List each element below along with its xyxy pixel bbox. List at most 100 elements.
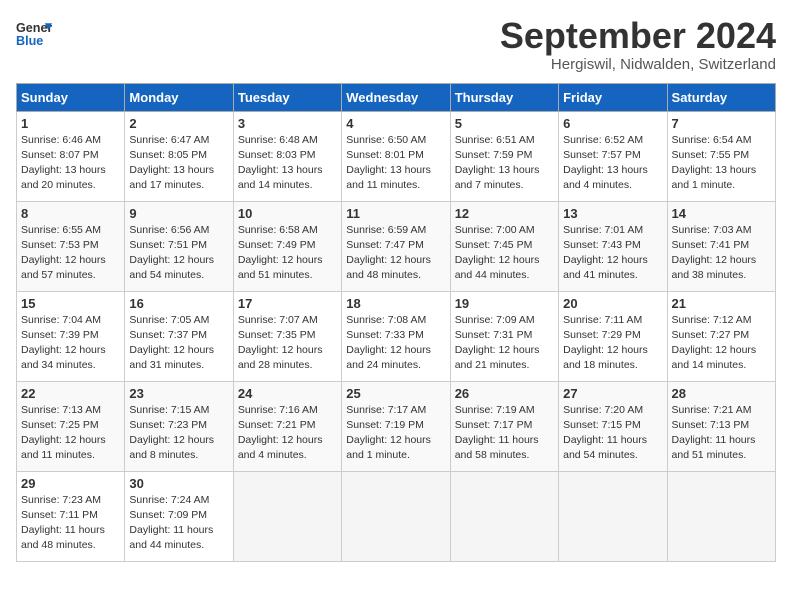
calendar-cell: 8Sunrise: 6:55 AM Sunset: 7:53 PM Daylig… [17,201,125,291]
calendar-cell: 12Sunrise: 7:00 AM Sunset: 7:45 PM Dayli… [450,201,558,291]
day-number: 27 [563,386,662,401]
day-info: Sunrise: 7:12 AM Sunset: 7:27 PM Dayligh… [672,313,771,374]
day-info: Sunrise: 7:11 AM Sunset: 7:29 PM Dayligh… [563,313,662,374]
month-title: September 2024 [500,16,776,56]
day-info: Sunrise: 7:03 AM Sunset: 7:41 PM Dayligh… [672,223,771,284]
day-info: Sunrise: 7:23 AM Sunset: 7:11 PM Dayligh… [21,493,120,554]
logo-icon: General Blue [16,16,52,52]
calendar-cell: 23 Sunrise: 7:15 AM Sunset: 7:23 PM Dayli… [125,381,233,471]
day-number: 23 [129,386,228,401]
calendar-week-row: 8Sunrise: 6:55 AM Sunset: 7:53 PM Daylig… [17,201,776,291]
day-number: 20 [563,296,662,311]
calendar-cell [667,471,775,561]
day-number: 3 [238,116,337,131]
calendar-cell: 25 Sunrise: 7:17 AM Sunset: 7:19 PM Dayli… [342,381,450,471]
day-info: Sunrise: 7:20 AM Sunset: 7:15 PM Dayligh… [563,403,662,464]
day-number: 28 [672,386,771,401]
calendar-cell: 13Sunrise: 7:01 AM Sunset: 7:43 PM Dayli… [559,201,667,291]
day-number: 12 [455,206,554,221]
location-title: Hergiswil, Nidwalden, Switzerland [500,56,776,73]
page-header: General Blue September 2024 Hergiswil, N… [16,16,776,73]
day-info: Sunrise: 7:15 AM Sunset: 7:23 PM Dayligh… [129,403,228,464]
day-number: 26 [455,386,554,401]
calendar-cell: 9 Sunrise: 6:56 AM Sunset: 7:51 PM Daylig… [125,201,233,291]
day-number: 18 [346,296,445,311]
calendar-cell: 26 Sunrise: 7:19 AM Sunset: 7:17 PM Dayli… [450,381,558,471]
calendar-week-row: 15 Sunrise: 7:04 AM Sunset: 7:39 PM Dayli… [17,291,776,381]
weekday-header-friday: Friday [559,83,667,111]
day-number: 1 [21,116,120,131]
title-block: September 2024 Hergiswil, Nidwalden, Swi… [500,16,776,73]
day-info: Sunrise: 6:46 AM Sunset: 8:07 PM Dayligh… [21,133,120,194]
calendar-cell: 4 Sunrise: 6:50 AM Sunset: 8:01 PM Daylig… [342,111,450,201]
day-number: 15 [21,296,120,311]
day-number: 19 [455,296,554,311]
calendar-table: SundayMondayTuesdayWednesdayThursdayFrid… [16,83,776,562]
day-info: Sunrise: 7:09 AM Sunset: 7:31 PM Dayligh… [455,313,554,374]
calendar-week-row: 22 Sunrise: 7:13 AM Sunset: 7:25 PM Dayli… [17,381,776,471]
day-info: Sunrise: 6:47 AM Sunset: 8:05 PM Dayligh… [129,133,228,194]
calendar-cell: 19 Sunrise: 7:09 AM Sunset: 7:31 PM Dayli… [450,291,558,381]
day-number: 2 [129,116,228,131]
day-number: 4 [346,116,445,131]
calendar-cell: 2 Sunrise: 6:47 AM Sunset: 8:05 PM Daylig… [125,111,233,201]
day-number: 16 [129,296,228,311]
day-info: Sunrise: 7:24 AM Sunset: 7:09 PM Dayligh… [129,493,228,554]
calendar-cell: 1 Sunrise: 6:46 AM Sunset: 8:07 PM Daylig… [17,111,125,201]
day-number: 5 [455,116,554,131]
calendar-cell [450,471,558,561]
logo: General Blue [16,16,52,52]
day-number: 30 [129,476,228,491]
day-info: Sunrise: 6:55 AM Sunset: 7:53 PM Dayligh… [21,223,120,284]
calendar-cell: 17 Sunrise: 7:07 AM Sunset: 7:35 PM Dayli… [233,291,341,381]
day-info: Sunrise: 7:13 AM Sunset: 7:25 PM Dayligh… [21,403,120,464]
day-info: Sunrise: 6:54 AM Sunset: 7:55 PM Dayligh… [672,133,771,194]
weekday-header-thursday: Thursday [450,83,558,111]
weekday-header-wednesday: Wednesday [342,83,450,111]
calendar-cell [342,471,450,561]
calendar-cell: 22 Sunrise: 7:13 AM Sunset: 7:25 PM Dayli… [17,381,125,471]
day-number: 17 [238,296,337,311]
weekday-header-saturday: Saturday [667,83,775,111]
day-info: Sunrise: 6:56 AM Sunset: 7:51 PM Dayligh… [129,223,228,284]
calendar-cell: 24Sunrise: 7:16 AM Sunset: 7:21 PM Dayli… [233,381,341,471]
calendar-cell: 15 Sunrise: 7:04 AM Sunset: 7:39 PM Dayli… [17,291,125,381]
weekday-header-tuesday: Tuesday [233,83,341,111]
day-info: Sunrise: 7:01 AM Sunset: 7:43 PM Dayligh… [563,223,662,284]
day-number: 14 [672,206,771,221]
calendar-cell: 20 Sunrise: 7:11 AM Sunset: 7:29 PM Dayli… [559,291,667,381]
weekday-header-sunday: Sunday [17,83,125,111]
day-info: Sunrise: 7:07 AM Sunset: 7:35 PM Dayligh… [238,313,337,374]
day-number: 7 [672,116,771,131]
day-info: Sunrise: 6:48 AM Sunset: 8:03 PM Dayligh… [238,133,337,194]
calendar-cell: 7 Sunrise: 6:54 AM Sunset: 7:55 PM Daylig… [667,111,775,201]
day-number: 22 [21,386,120,401]
calendar-cell: 21Sunrise: 7:12 AM Sunset: 7:27 PM Dayli… [667,291,775,381]
day-info: Sunrise: 7:17 AM Sunset: 7:19 PM Dayligh… [346,403,445,464]
day-number: 9 [129,206,228,221]
day-number: 25 [346,386,445,401]
calendar-cell: 27 Sunrise: 7:20 AM Sunset: 7:15 PM Dayli… [559,381,667,471]
calendar-cell: 18 Sunrise: 7:08 AM Sunset: 7:33 PM Dayli… [342,291,450,381]
day-number: 10 [238,206,337,221]
day-info: Sunrise: 6:59 AM Sunset: 7:47 PM Dayligh… [346,223,445,284]
day-info: Sunrise: 6:58 AM Sunset: 7:49 PM Dayligh… [238,223,337,284]
calendar-cell: 5Sunrise: 6:51 AM Sunset: 7:59 PM Daylig… [450,111,558,201]
day-info: Sunrise: 7:08 AM Sunset: 7:33 PM Dayligh… [346,313,445,374]
calendar-cell: 30 Sunrise: 7:24 AM Sunset: 7:09 PM Dayli… [125,471,233,561]
day-number: 6 [563,116,662,131]
calendar-cell: 29Sunrise: 7:23 AM Sunset: 7:11 PM Dayli… [17,471,125,561]
day-info: Sunrise: 6:52 AM Sunset: 7:57 PM Dayligh… [563,133,662,194]
weekday-header-row: SundayMondayTuesdayWednesdayThursdayFrid… [17,83,776,111]
day-info: Sunrise: 7:19 AM Sunset: 7:17 PM Dayligh… [455,403,554,464]
calendar-cell [233,471,341,561]
calendar-cell: 6 Sunrise: 6:52 AM Sunset: 7:57 PM Daylig… [559,111,667,201]
day-number: 24 [238,386,337,401]
day-info: Sunrise: 7:04 AM Sunset: 7:39 PM Dayligh… [21,313,120,374]
day-info: Sunrise: 6:50 AM Sunset: 8:01 PM Dayligh… [346,133,445,194]
calendar-cell: 16Sunrise: 7:05 AM Sunset: 7:37 PM Dayli… [125,291,233,381]
day-info: Sunrise: 7:21 AM Sunset: 7:13 PM Dayligh… [672,403,771,464]
calendar-cell: 11Sunrise: 6:59 AM Sunset: 7:47 PM Dayli… [342,201,450,291]
calendar-cell: 28 Sunrise: 7:21 AM Sunset: 7:13 PM Dayli… [667,381,775,471]
svg-text:Blue: Blue [16,34,43,48]
